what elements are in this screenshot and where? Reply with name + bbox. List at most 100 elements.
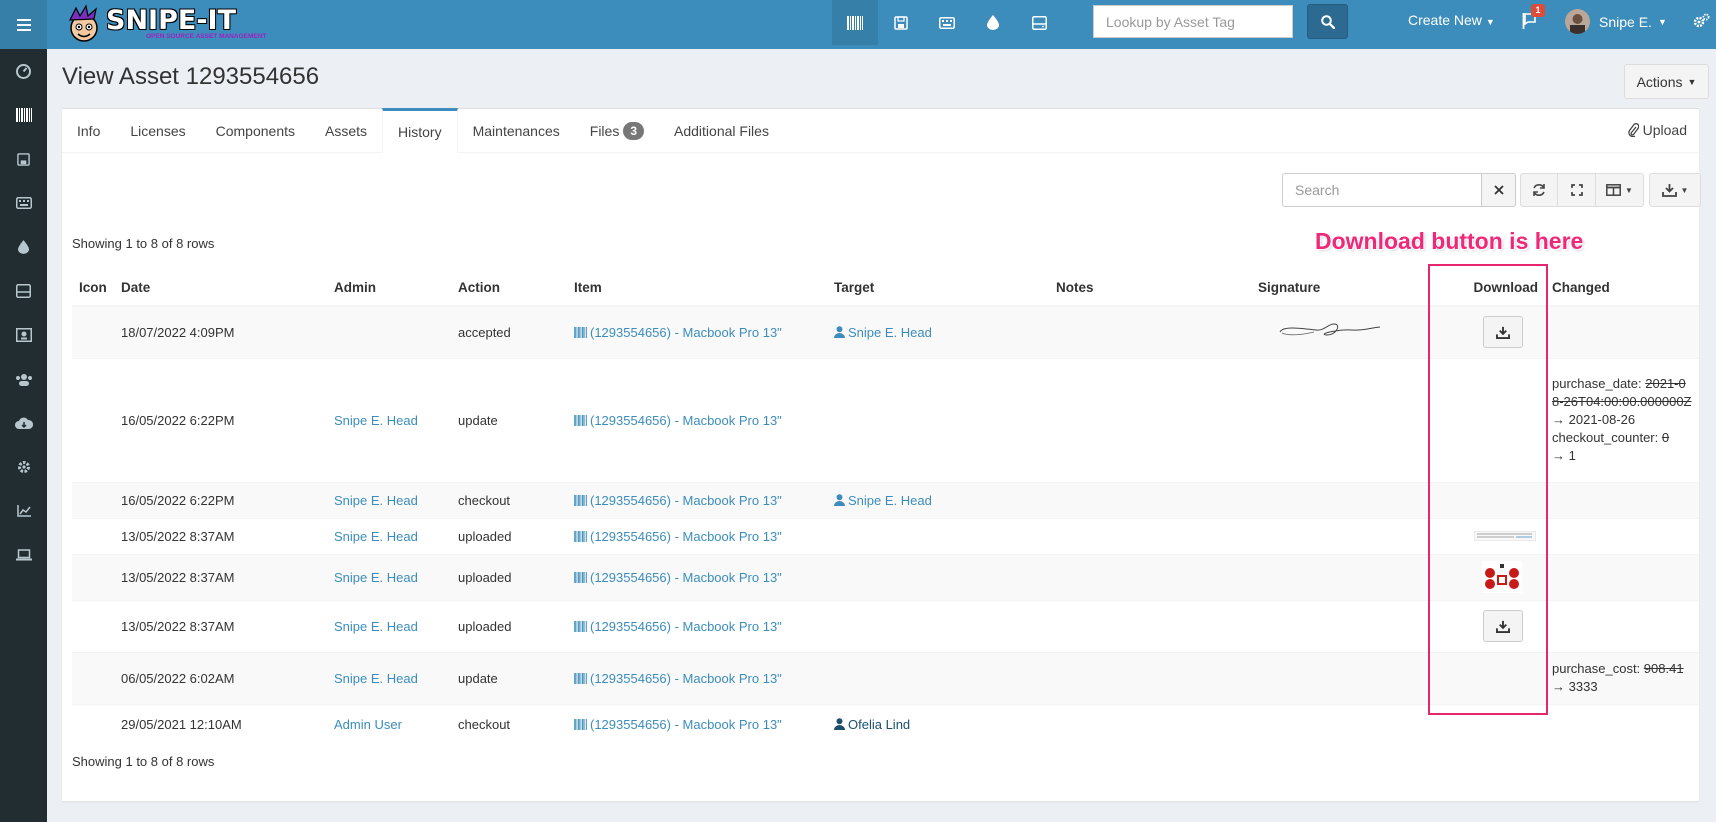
sidebar-item-licenses[interactable]	[0, 137, 47, 181]
sidebar-item-settings[interactable]	[0, 445, 47, 489]
cell-admin: Snipe E. Head	[327, 481, 451, 518]
columns-icon	[1606, 184, 1621, 196]
clear-search-button[interactable]	[1482, 173, 1516, 207]
cell-item: (1293554656) - Macbook Pro 13"	[567, 651, 827, 704]
item-link[interactable]: (1293554656) - Macbook Pro 13"	[574, 493, 782, 508]
barcode-icon	[574, 530, 587, 542]
item-link[interactable]: (1293554656) - Macbook Pro 13"	[574, 529, 782, 544]
nav-accessories-button[interactable]	[924, 0, 970, 45]
cell-admin: Snipe E. Head	[327, 651, 451, 704]
tab-info[interactable]: Info	[62, 109, 115, 153]
columns-toggle-button[interactable]: ▼	[1596, 173, 1644, 207]
admin-link[interactable]: Admin User	[334, 717, 402, 732]
cell-item: (1293554656) - Macbook Pro 13"	[567, 703, 827, 744]
download-icon	[1661, 184, 1677, 197]
column-header-changed[interactable]: Changed	[1545, 270, 1699, 307]
upload-button[interactable]: Upload	[1627, 122, 1687, 138]
column-header-icon[interactable]: Icon	[72, 270, 114, 307]
actions-dropdown-button[interactable]: Actions ▼	[1624, 64, 1709, 99]
drop-icon	[18, 240, 29, 254]
cell-changed: purchase_date: 2021-08-26T04:00:00.00000…	[1545, 357, 1699, 482]
caret-down-icon: ▼	[1625, 185, 1633, 195]
actions-label: Actions	[1636, 73, 1683, 90]
tab-components[interactable]: Components	[201, 109, 310, 153]
cell-item: (1293554656) - Macbook Pro 13"	[567, 481, 827, 518]
admin-link[interactable]: Snipe E. Head	[334, 619, 418, 634]
item-link[interactable]: (1293554656) - Macbook Pro 13"	[574, 325, 782, 340]
tab-licenses[interactable]: Licenses	[115, 109, 200, 153]
tab-maintenances[interactable]: Maintenances	[458, 109, 575, 153]
tab-history[interactable]: History	[382, 108, 458, 153]
fullscreen-button[interactable]	[1558, 173, 1596, 207]
cell-icon	[72, 481, 114, 518]
export-dropdown-button[interactable]: ▼	[1649, 173, 1701, 207]
target-link[interactable]: Ofelia Lind	[834, 717, 910, 732]
column-header-notes[interactable]: Notes	[1049, 270, 1251, 307]
tab-assets[interactable]: Assets	[310, 109, 382, 153]
user-icon	[834, 493, 845, 506]
nav-components-button[interactable]	[1016, 0, 1062, 45]
brand-logo[interactable]: SNIPE-IT OPEN SOURCE ASSET MANAGEMENT	[64, 3, 266, 45]
change-entry: purchase_cost: 908.41 → 3333	[1552, 660, 1692, 696]
item-link[interactable]: (1293554656) - Macbook Pro 13"	[574, 671, 782, 686]
column-header-item[interactable]: Item	[567, 270, 827, 307]
cell-signature	[1251, 305, 1420, 358]
nav-assets-button[interactable]	[832, 0, 878, 45]
table-search-input[interactable]: Search	[1282, 173, 1482, 207]
item-link[interactable]: (1293554656) - Macbook Pro 13"	[574, 570, 782, 585]
gears-icon	[1693, 13, 1710, 28]
column-header-signature[interactable]: Signature	[1251, 270, 1420, 307]
item-link[interactable]: (1293554656) - Macbook Pro 13"	[574, 413, 782, 428]
admin-link[interactable]: Snipe E. Head	[334, 570, 418, 585]
signature-image[interactable]	[1278, 320, 1382, 342]
lookup-search-button[interactable]	[1307, 4, 1348, 39]
sidebar-item-assets[interactable]	[0, 93, 47, 137]
nav-licenses-button[interactable]	[878, 0, 924, 45]
target-link[interactable]: Snipe E. Head	[834, 325, 932, 340]
column-header-admin[interactable]: Admin	[327, 270, 451, 307]
cell-target	[827, 553, 1049, 600]
cell-signature	[1251, 517, 1420, 554]
cell-icon	[72, 517, 114, 554]
column-header-date[interactable]: Date	[114, 270, 327, 307]
cell-notes	[1049, 481, 1251, 518]
user-menu-dropdown[interactable]: Snipe E. ▼	[1565, 9, 1667, 34]
brand-name: SNIPE-IT	[106, 5, 236, 36]
target-link[interactable]: Snipe E. Head	[834, 493, 932, 508]
tab-label: Additional Files	[674, 123, 769, 139]
sidebar-item-components[interactable]	[0, 269, 47, 313]
asset-tag-lookup-input[interactable]: Lookup by Asset Tag	[1093, 5, 1293, 38]
cell-date: 13/05/2022 8:37AM	[114, 553, 327, 600]
column-header-action[interactable]: Action	[451, 270, 567, 307]
sidebar-item-accessories[interactable]	[0, 181, 47, 225]
admin-link[interactable]: Snipe E. Head	[334, 413, 418, 428]
sidebar-item-consumables[interactable]	[0, 225, 47, 269]
refresh-button[interactable]	[1520, 173, 1558, 207]
create-new-dropdown[interactable]: Create New ▼	[1408, 12, 1495, 28]
sidebar-item-dashboard[interactable]	[0, 49, 47, 93]
item-link[interactable]: (1293554656) - Macbook Pro 13"	[574, 619, 782, 634]
cloud-download-icon	[14, 417, 33, 429]
sidebar-item-import[interactable]	[0, 401, 47, 445]
nav-consumables-button[interactable]	[970, 0, 1016, 45]
sidebar-item-predefined-kits[interactable]	[0, 313, 47, 357]
paperclip-icon	[1627, 123, 1639, 137]
sidebar-item-requestable[interactable]	[0, 533, 47, 577]
admin-link[interactable]: Snipe E. Head	[334, 529, 418, 544]
tab-additional-files[interactable]: Additional Files	[659, 109, 784, 153]
cell-date: 29/05/2021 12:10AM	[114, 703, 327, 744]
sidebar-toggle-button[interactable]	[0, 0, 47, 49]
admin-link[interactable]: Snipe E. Head	[334, 493, 418, 508]
cell-admin	[327, 305, 451, 358]
admin-link[interactable]: Snipe E. Head	[334, 671, 418, 686]
item-link[interactable]: (1293554656) - Macbook Pro 13"	[574, 717, 782, 732]
barcode-icon	[847, 15, 863, 30]
settings-button[interactable]	[1693, 13, 1710, 32]
tab-files[interactable]: Files 3	[575, 109, 659, 153]
column-header-target[interactable]: Target	[827, 270, 1049, 307]
sidebar-item-reports[interactable]	[0, 489, 47, 533]
save-icon	[17, 152, 30, 166]
arrow-right-icon: →	[1552, 448, 1569, 463]
sidebar-item-people[interactable]	[0, 357, 47, 401]
arrow-right-icon: →	[1552, 679, 1569, 694]
